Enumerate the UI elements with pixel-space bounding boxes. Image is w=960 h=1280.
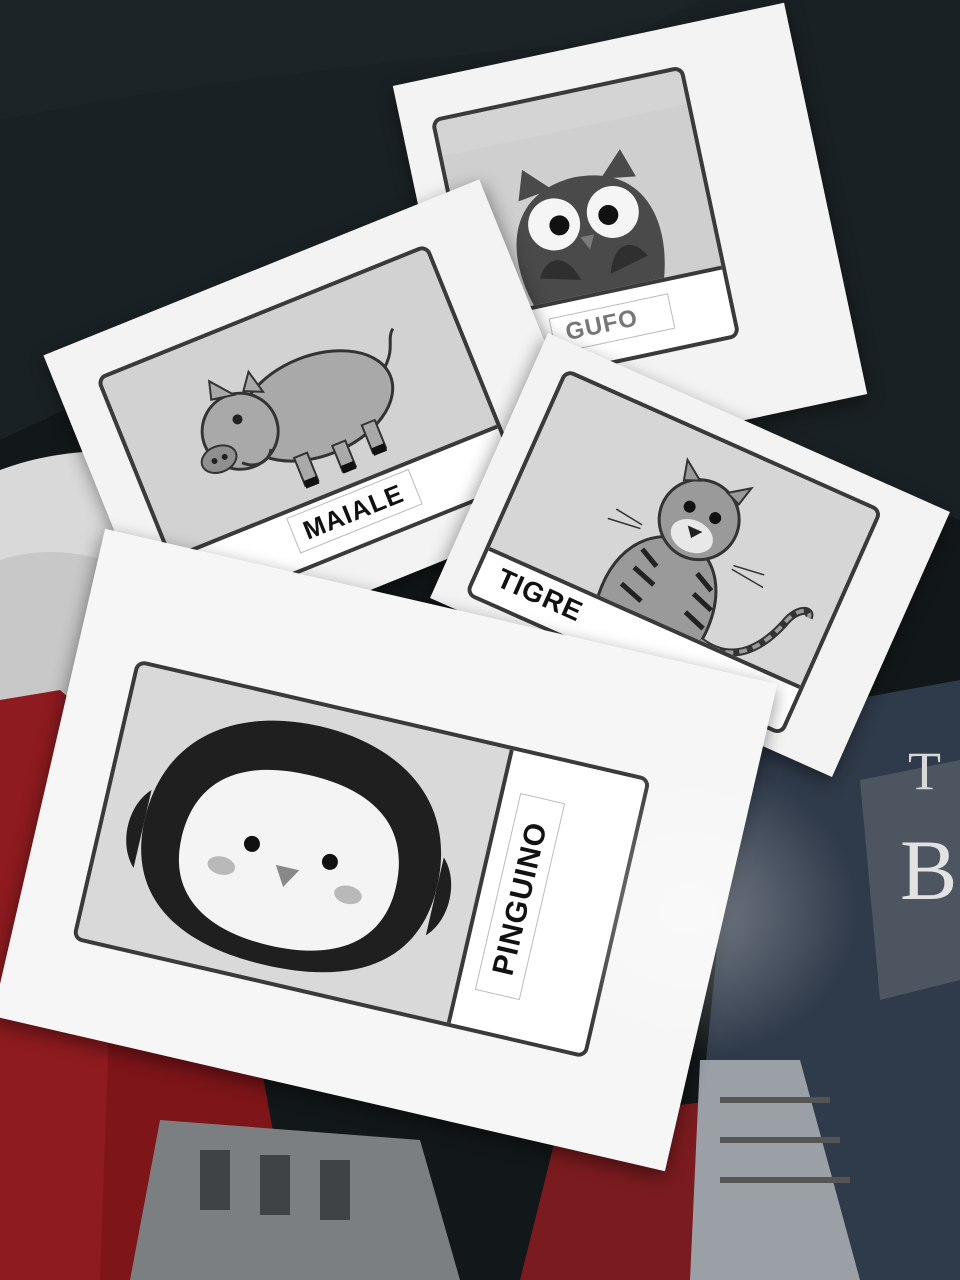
- shirt-letter-b: B: [900, 822, 959, 918]
- penguin-card: PINGUINO: [71, 659, 652, 1059]
- photo-scene: T B GUFO MAIALE TIGRE PINGUINO: [0, 0, 960, 1280]
- shirt-letter-t: T: [908, 741, 942, 801]
